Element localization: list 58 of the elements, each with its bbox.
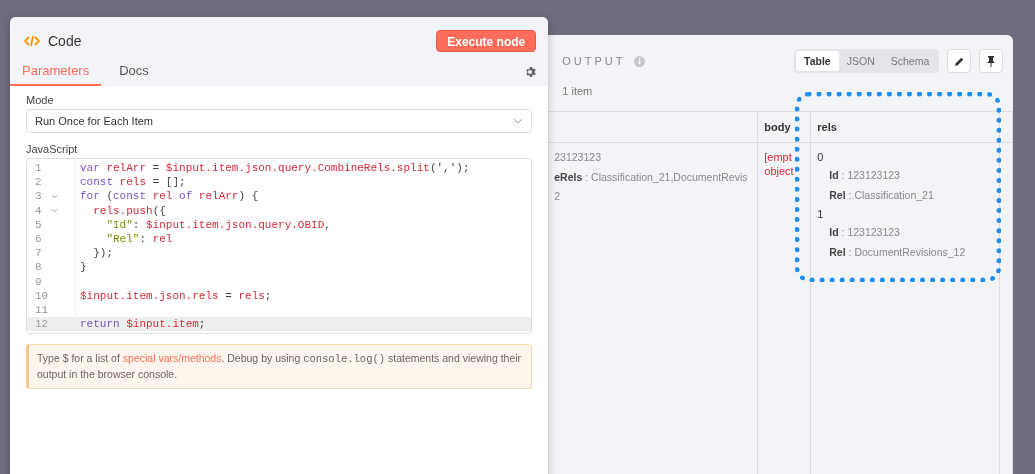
code-line: 10 $input.item.json.rels = rels; <box>27 288 532 303</box>
code-line: 3 for (const rel of relArr) { <box>27 189 532 204</box>
line-number: 3 <box>35 190 43 203</box>
code-line: 7 }); <box>27 246 532 261</box>
code-line: 2 const rels = []; <box>27 175 532 190</box>
table-cell-text: 2 <box>554 190 561 204</box>
line-number: 6 <box>35 233 43 246</box>
array-index: 0 <box>817 151 825 163</box>
line-number: 8 <box>35 261 43 274</box>
settings-icon[interactable] <box>524 66 537 78</box>
tab[interactable]: Parameters <box>10 59 102 86</box>
array-index: 1 <box>817 208 825 221</box>
fold-icon[interactable] <box>51 208 58 214</box>
item-count: 1 item <box>561 84 594 99</box>
pin-icon <box>986 55 997 67</box>
table-cell-text: eRels : Classification_21,DocumentRevis <box>554 170 748 185</box>
panel-title: Code <box>48 33 83 49</box>
column-header: body <box>758 112 812 143</box>
code-line: 5 "Id": $input.item.json.query.OBID, <box>27 217 532 232</box>
code-editor[interactable] <box>26 158 533 335</box>
table-cell-text: Id : 123123123 <box>829 226 900 240</box>
table-cell-text: Id : 123123123 <box>829 169 900 183</box>
line-number: 2 <box>35 176 43 189</box>
code-icon <box>24 35 40 47</box>
fold-icon[interactable] <box>51 193 58 199</box>
table-cell-text: [empt <box>764 151 793 163</box>
table-cell-text: 23123123 <box>554 151 601 165</box>
code-line: 6 "Rel": rel <box>27 231 532 247</box>
line-number: 12 <box>35 318 50 331</box>
column-header: rels <box>811 112 1001 143</box>
table-cell-text: object <box>764 165 795 177</box>
execute-button[interactable]: Execute node <box>436 30 537 52</box>
line-number: 11 <box>35 303 50 316</box>
line-number: 10 <box>35 289 50 302</box>
line-number: 1 <box>35 162 43 175</box>
output-title: OUTPUT <box>562 55 626 67</box>
pin-button[interactable] <box>979 49 1004 73</box>
tab[interactable]: Docs <box>107 59 161 86</box>
code-line: 4 rels.push({ <box>27 203 532 218</box>
hint-text: Type $ for a list of special vars/methods. Debug by using console.log() statements and viewing their output in the browser console. <box>26 344 533 389</box>
view-tab[interactable]: JSON <box>838 51 883 71</box>
info-icon[interactable] <box>633 55 645 67</box>
view-tab[interactable]: Table <box>796 51 839 71</box>
field-label: Mode <box>26 94 55 106</box>
table-cell-text: Rel : Classification_21 <box>829 188 934 203</box>
field-label: JavaScript <box>26 143 79 155</box>
code-line: 1 var relArr = $input.item.json.query.CombineRels.split(','); <box>27 161 532 176</box>
line-number: 7 <box>35 247 43 260</box>
table-cell-text: Rel : DocumentRevisions_12 <box>829 245 966 260</box>
view-tab[interactable]: Schema <box>882 51 938 71</box>
line-number: 9 <box>35 275 43 288</box>
mode-select[interactable]: Run Once for Each Item <box>26 109 533 133</box>
pencil-icon <box>953 55 965 67</box>
line-number: 4 <box>35 204 43 217</box>
line-number: 5 <box>35 218 43 231</box>
edit-button[interactable] <box>947 49 972 73</box>
code-line: 8 } <box>27 260 532 275</box>
chevron-down-icon <box>513 118 524 124</box>
